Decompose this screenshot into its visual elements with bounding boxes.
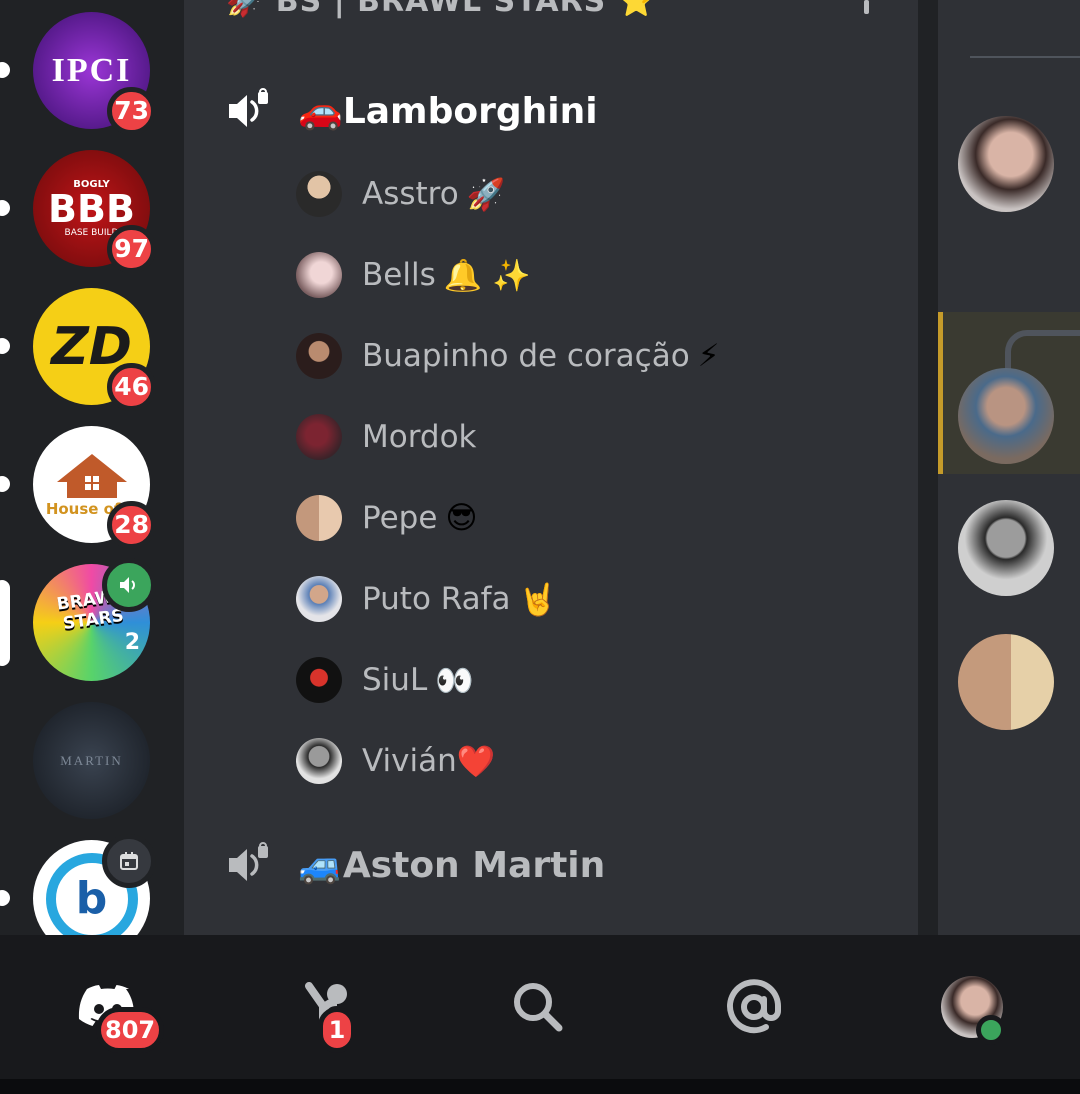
- member-name: Pepe: [362, 500, 438, 536]
- friends-tab[interactable]: 1: [268, 935, 388, 1079]
- member-emoji: 🤘: [518, 581, 558, 618]
- voice-member[interactable]: Mordok: [296, 413, 485, 461]
- profile-tab[interactable]: [912, 935, 1032, 1079]
- mention-badge: 28: [107, 501, 156, 549]
- voice-member[interactable]: Vivián ❤️: [296, 737, 495, 785]
- divider: [970, 56, 1080, 58]
- server-bp-logo: b: [75, 873, 108, 924]
- unread-pill: [0, 338, 10, 354]
- mention-badge: 73: [107, 87, 156, 135]
- mention-badge: 46: [107, 363, 156, 411]
- avatar: [296, 252, 342, 298]
- server-rail: IPCI 73 BOGLY BBB BASE BUILD 97 ZD 46 Ho…: [0, 0, 184, 935]
- voice-member[interactable]: Bells 🔔 ✨: [296, 251, 531, 299]
- bottom-nav: 807 1: [0, 935, 1080, 1079]
- member-name: SiuL: [362, 662, 428, 698]
- server-brawl-stars[interactable]: BRAWL STARS 2: [33, 558, 156, 681]
- avatar[interactable]: [958, 116, 1054, 212]
- voice-member[interactable]: Pepe 😎: [296, 494, 478, 542]
- server-ipci[interactable]: IPCI 73: [33, 12, 156, 135]
- member-name: Vivián: [362, 743, 457, 779]
- search-tab[interactable]: [478, 935, 598, 1079]
- server-house[interactable]: House of B 28: [33, 426, 156, 549]
- at-icon: [727, 979, 782, 1034]
- channel-panel: 🚀 BS | BRAWL STARS ⭐ 🚗Lamborghini Asstro…: [184, 0, 918, 935]
- voice-member[interactable]: SiuL 👀: [296, 656, 474, 704]
- member-name: Buapinho de coração: [362, 338, 690, 374]
- server-martin-logo: MARTIN: [60, 752, 123, 768]
- avatar[interactable]: [958, 368, 1054, 464]
- member-emoji: ❤️: [456, 743, 496, 780]
- avatar: [296, 657, 342, 703]
- channel-name: 🚙Aston Martin: [298, 845, 606, 886]
- unread-pill: [0, 62, 10, 78]
- avatar: [296, 171, 342, 217]
- member-emoji: 🚀: [466, 176, 506, 213]
- member-name: Asstro: [362, 176, 459, 212]
- server-brawl-sub: 2: [124, 630, 140, 655]
- mentions-tab[interactable]: [694, 935, 814, 1079]
- voice-member[interactable]: Asstro 🚀: [296, 170, 505, 218]
- mention-badge: 97: [107, 225, 156, 273]
- search-icon: [514, 983, 563, 1032]
- member-rail: [918, 0, 1080, 935]
- unread-badge: 1: [318, 1007, 356, 1053]
- avatar: [296, 414, 342, 460]
- event-calendar-icon: [102, 834, 156, 888]
- member-name: Bells: [362, 257, 436, 293]
- voice-member[interactable]: Puto Rafa 🤘: [296, 575, 557, 623]
- member-emoji: 😎: [445, 500, 478, 536]
- voice-icon: [229, 88, 268, 127]
- avatar[interactable]: [958, 634, 1054, 730]
- member-name: Puto Rafa: [362, 581, 511, 617]
- server-bbb-logo: BBB: [48, 187, 135, 231]
- server-ipci-logo: IPCI: [51, 51, 132, 89]
- server-zd[interactable]: ZD 46: [33, 288, 156, 411]
- server-bbb[interactable]: BOGLY BBB BASE BUILD 97: [33, 150, 156, 273]
- unread-pill: [0, 200, 10, 216]
- server-martin[interactable]: MARTIN: [33, 702, 150, 819]
- avatar: [296, 738, 342, 784]
- avatar[interactable]: [958, 500, 1054, 596]
- unread-pill: [0, 476, 10, 492]
- server-bp[interactable]: b 154: [33, 834, 156, 935]
- avatar: [296, 333, 342, 379]
- voice-icon: [229, 842, 268, 881]
- unread-badge: 807: [96, 1007, 165, 1053]
- system-nav-bar: [0, 1079, 1080, 1094]
- member-name: Mordok: [362, 419, 477, 455]
- member-emoji: 🔔 ✨: [443, 257, 531, 294]
- voice-member[interactable]: Buapinho de coração ⚡: [296, 332, 719, 380]
- voice-channel-lamborghini[interactable]: 🚗Lamborghini: [226, 88, 598, 134]
- home-tab[interactable]: 807: [48, 935, 168, 1079]
- avatar: [296, 495, 342, 541]
- member-emoji: ⚡: [697, 338, 720, 374]
- member-emoji: 👀: [435, 662, 474, 699]
- online-status-icon: [976, 1015, 1006, 1045]
- channel-name: 🚗Lamborghini: [298, 91, 598, 132]
- voice-active-icon: [102, 558, 156, 612]
- selected-pill: [0, 580, 10, 666]
- unread-pill: [0, 890, 10, 906]
- voice-channel-aston-martin[interactable]: 🚙Aston Martin: [226, 842, 605, 888]
- category-header[interactable]: 🚀 BS | BRAWL STARS ⭐: [226, 0, 656, 19]
- scrollbar[interactable]: [864, 0, 869, 14]
- avatar: [296, 576, 342, 622]
- house-icon: [56, 453, 127, 498]
